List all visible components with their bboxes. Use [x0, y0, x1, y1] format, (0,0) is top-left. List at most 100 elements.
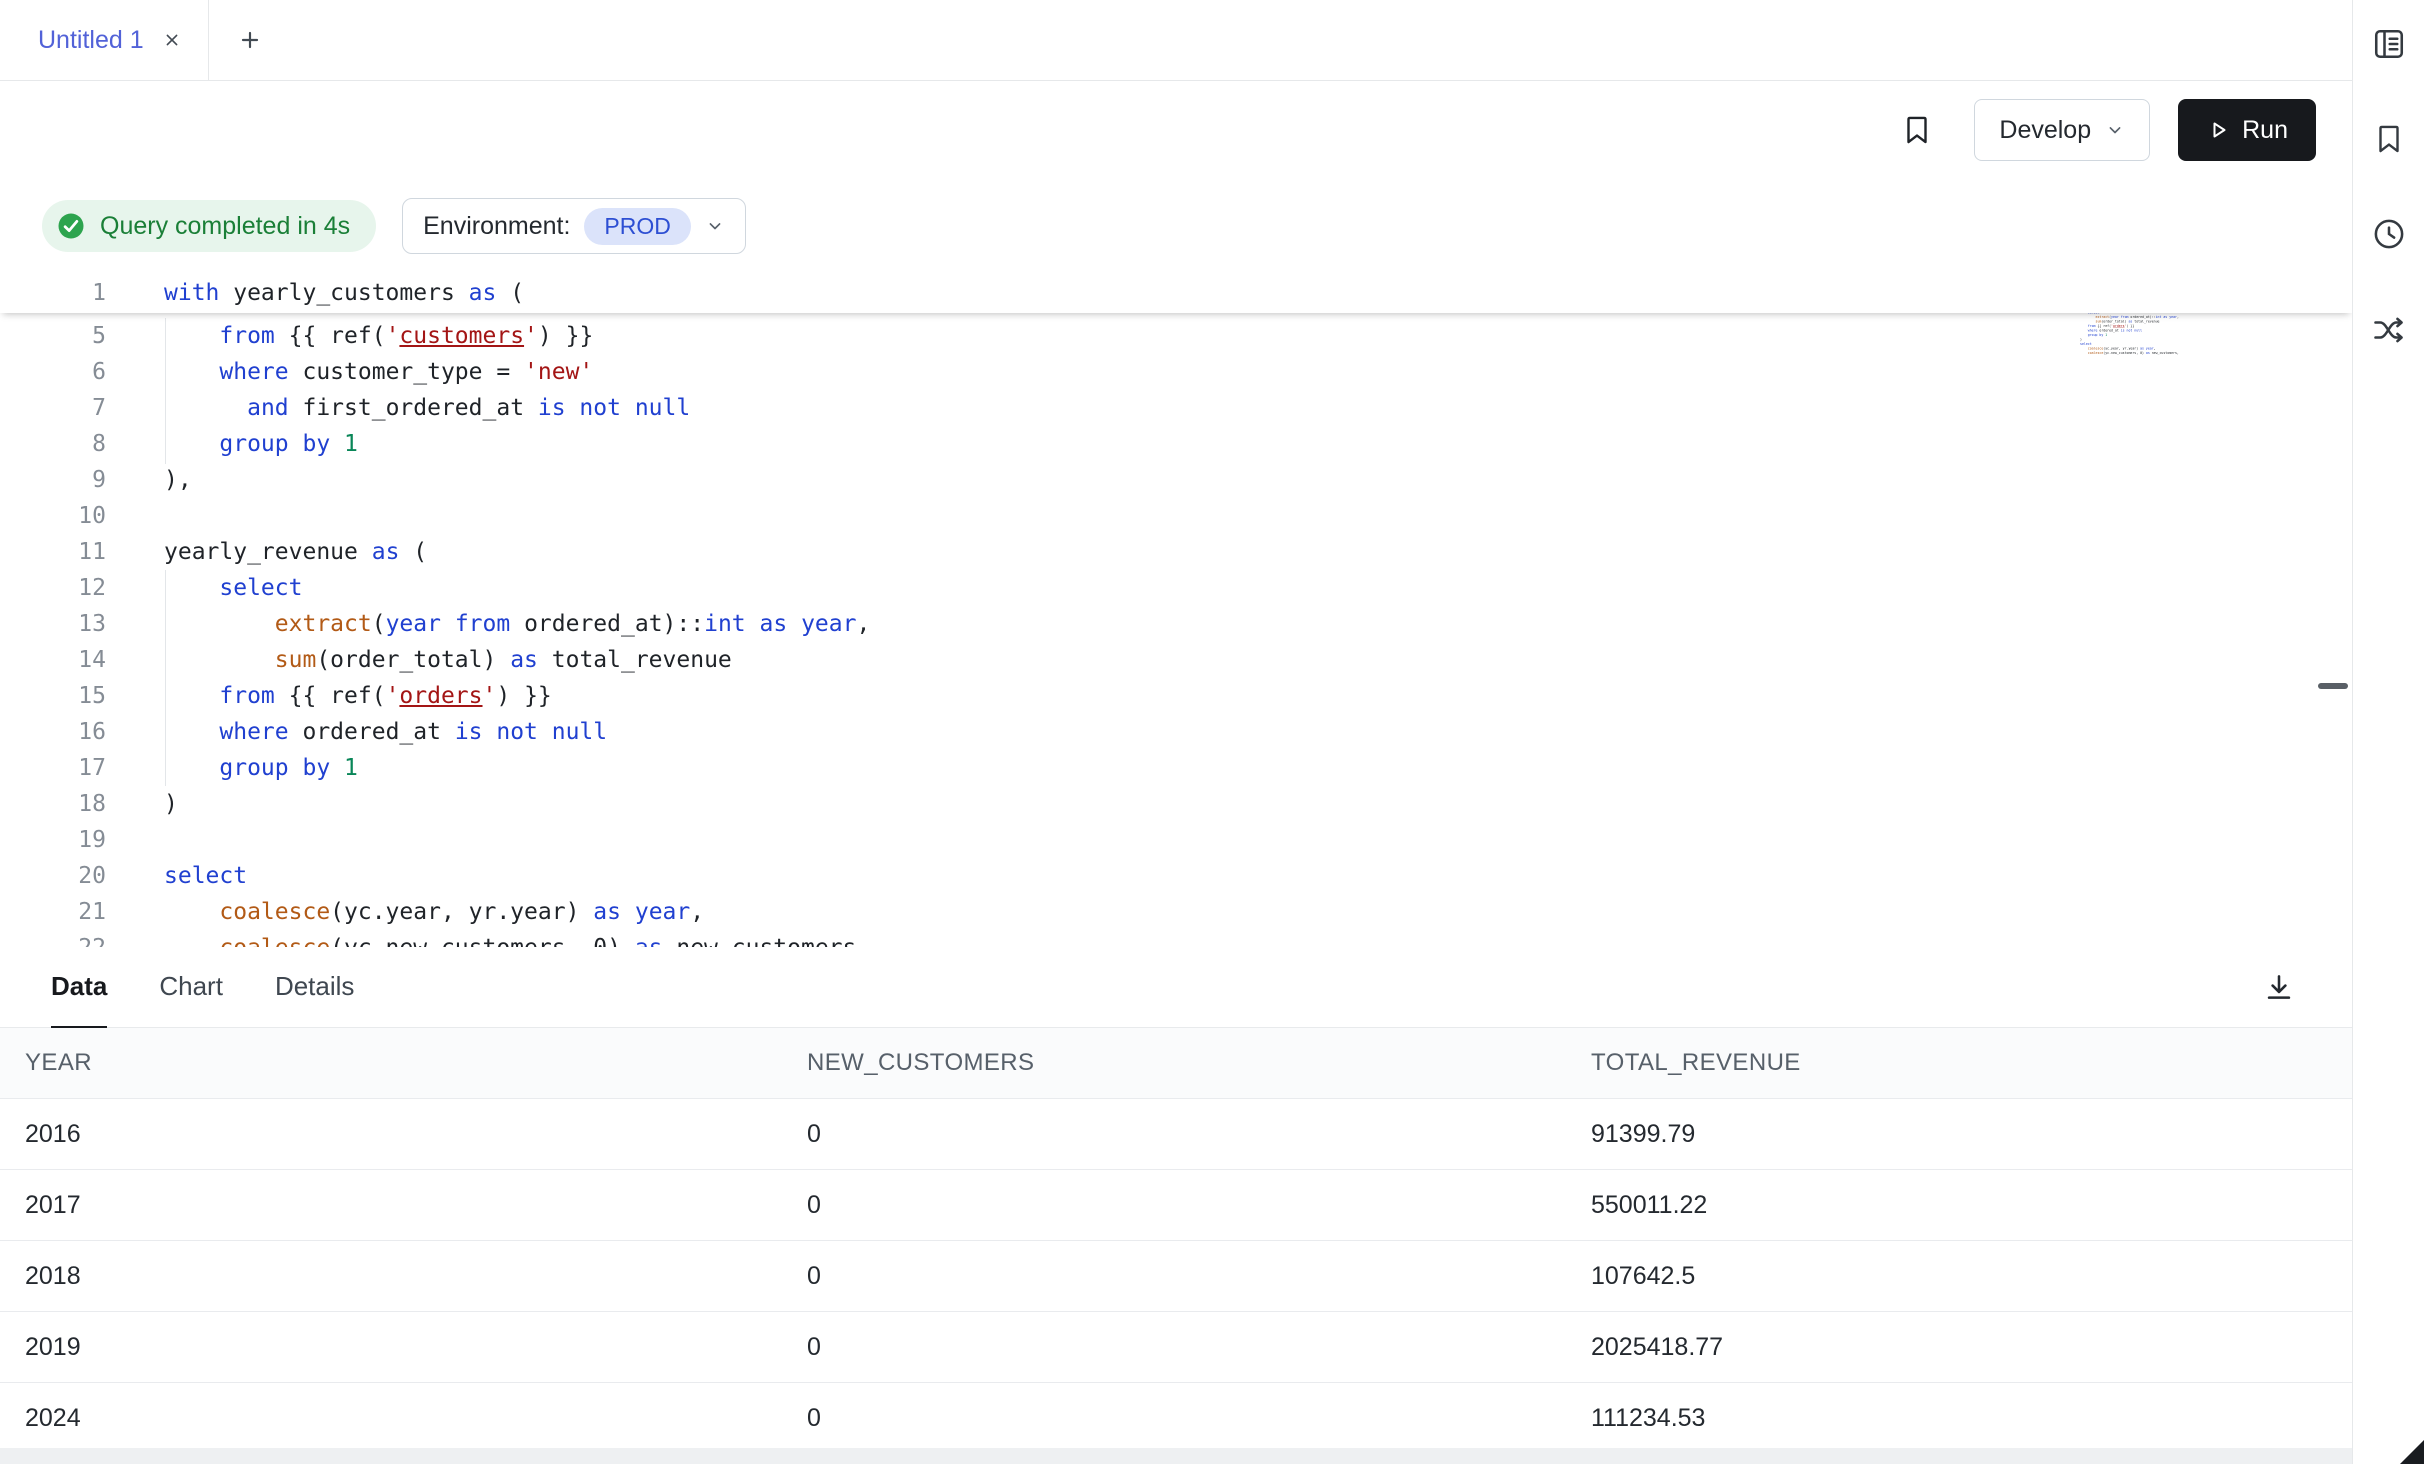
table-row[interactable]: 201902025418.77 — [0, 1312, 2352, 1383]
table-cell: 0 — [782, 1333, 1566, 1362]
line-number: 10 — [0, 498, 106, 534]
develop-dropdown[interactable]: Develop — [1974, 99, 2150, 161]
code-line[interactable]: 1with yearly_customers as ( — [0, 275, 2352, 311]
line-number: 14 — [0, 642, 106, 678]
develop-label: Develop — [1999, 116, 2091, 145]
horizontal-scrollbar[interactable] — [0, 1448, 2352, 1464]
code-line[interactable]: 11yearly_revenue as ( — [0, 534, 2352, 570]
code-line[interactable]: 21 coalesce(yc.year, yr.year) as year, — [0, 894, 2352, 930]
sticky-code-line[interactable]: 1with yearly_customers as ( — [0, 273, 2352, 313]
code-line[interactable]: 20select — [0, 858, 2352, 894]
results-panel: Data Chart Details YEARNEW_CUSTOMERSTOTA… — [0, 947, 2352, 1464]
line-number: 8 — [0, 426, 106, 462]
table-cell: 2016 — [0, 1120, 782, 1149]
table-row[interactable]: 20180107642.5 — [0, 1241, 2352, 1312]
history-clock-icon[interactable] — [2371, 216, 2407, 252]
tab-label: Untitled 1 — [38, 26, 144, 55]
data-table: 2016091399.7920170550011.2220180107642.5… — [0, 1099, 2352, 1454]
code-line[interactable]: 19 — [0, 822, 2352, 858]
line-number: 18 — [0, 786, 106, 822]
table-cell: 2018 — [0, 1262, 782, 1291]
table-cell: 2019 — [0, 1333, 782, 1362]
outline-panel-icon[interactable] — [2371, 26, 2407, 62]
table-header-row: YEARNEW_CUSTOMERSTOTAL_REVENUE — [0, 1028, 2352, 1099]
column-header-year[interactable]: YEAR — [0, 1049, 782, 1077]
sql-editor[interactable]: 1with yearly_customers as ( 5 from {{ re… — [0, 273, 2352, 947]
table-row[interactable]: 20240111234.53 — [0, 1383, 2352, 1454]
code-line[interactable]: 7 and first_ordered_at is not null — [0, 390, 2352, 426]
line-number: 21 — [0, 894, 106, 930]
code-line[interactable]: 10 — [0, 498, 2352, 534]
indent-guide — [165, 570, 166, 786]
code-lines[interactable]: 5 from {{ ref('customers') }}6 where cus… — [0, 318, 2352, 947]
indent-guide — [165, 318, 166, 464]
tab-chart[interactable]: Chart — [159, 947, 223, 1029]
run-button[interactable]: Run — [2178, 99, 2316, 161]
code-line[interactable]: 16 where ordered_at is not null — [0, 714, 2352, 750]
table-cell: 107642.5 — [1566, 1262, 2352, 1291]
tab-data[interactable]: Data — [51, 947, 107, 1029]
table-cell: 0 — [782, 1191, 1566, 1220]
column-header-total_revenue[interactable]: TOTAL_REVENUE — [1566, 1049, 2352, 1077]
bookmark-icon[interactable] — [2372, 122, 2406, 156]
resize-corner — [2400, 1440, 2424, 1464]
code-line[interactable]: 18) — [0, 786, 2352, 822]
table-cell: 2024 — [0, 1404, 782, 1433]
code-line[interactable]: 14 sum(order_total) as total_revenue — [0, 642, 2352, 678]
lineage-icon[interactable] — [2371, 312, 2407, 348]
line-number: 19 — [0, 822, 106, 858]
code-line[interactable]: 5 from {{ ref('customers') }} — [0, 318, 2352, 354]
check-circle-icon — [56, 211, 86, 241]
environment-selector[interactable]: Environment: PROD — [402, 198, 746, 254]
table-cell: 0 — [782, 1120, 1566, 1149]
play-icon — [2206, 118, 2230, 142]
tab-details[interactable]: Details — [275, 947, 354, 1029]
download-button[interactable] — [2262, 970, 2296, 1004]
toolbar: Develop Run — [0, 81, 2352, 179]
query-status-text: Query completed in 4s — [100, 212, 350, 241]
code-line[interactable]: 6 where customer_type = 'new' — [0, 354, 2352, 390]
table-cell: 0 — [782, 1262, 1566, 1291]
column-header-new_customers[interactable]: NEW_CUSTOMERS — [782, 1049, 1566, 1077]
line-number: 5 — [0, 318, 106, 354]
tab-bar: Untitled 1 — [0, 0, 2352, 81]
code-line[interactable]: 12 select — [0, 570, 2352, 606]
line-number: 15 — [0, 678, 106, 714]
table-cell: 111234.53 — [1566, 1404, 2352, 1433]
tab-untitled-1[interactable]: Untitled 1 — [0, 0, 209, 80]
close-tab-icon[interactable] — [162, 30, 182, 50]
status-row: Query completed in 4s Environment: PROD — [0, 179, 2352, 273]
line-number: 16 — [0, 714, 106, 750]
line-number: 13 — [0, 606, 106, 642]
table-cell: 0 — [782, 1404, 1566, 1433]
line-number: 11 — [0, 534, 106, 570]
bookmark-icon[interactable] — [1900, 113, 1934, 147]
table-cell: 91399.79 — [1566, 1120, 2352, 1149]
new-tab-button[interactable] — [209, 0, 291, 80]
ide-window: Untitled 1 Develop — [0, 0, 2424, 1464]
code-line[interactable]: 17 group by 1 — [0, 750, 2352, 786]
main-area: Untitled 1 Develop — [0, 0, 2352, 1464]
table-row[interactable]: 20170550011.22 — [0, 1170, 2352, 1241]
chevron-down-icon — [705, 216, 725, 236]
line-number: 7 — [0, 390, 106, 426]
code-line[interactable]: 9), — [0, 462, 2352, 498]
line-number: 20 — [0, 858, 106, 894]
results-tab-bar: Data Chart Details — [0, 947, 2352, 1028]
code-line[interactable]: 13 extract(year from ordered_at)::int as… — [0, 606, 2352, 642]
line-number: 17 — [0, 750, 106, 786]
line-number: 9 — [0, 462, 106, 498]
code-line[interactable]: 15 from {{ ref('orders') }} — [0, 678, 2352, 714]
code-line[interactable]: 22 coalesce(yc.new_customers, 0) as new_… — [0, 930, 2352, 947]
environment-label: Environment: — [423, 212, 570, 241]
table-row[interactable]: 2016091399.79 — [0, 1099, 2352, 1170]
table-cell: 2025418.77 — [1566, 1333, 2352, 1362]
environment-value-badge: PROD — [584, 208, 690, 245]
line-number: 1 — [0, 275, 106, 311]
table-cell: 2017 — [0, 1191, 782, 1220]
scrollbar-thumb[interactable] — [2318, 683, 2348, 689]
query-status-badge: Query completed in 4s — [42, 200, 376, 252]
code-line[interactable]: 8 group by 1 — [0, 426, 2352, 462]
table-cell: 550011.22 — [1566, 1191, 2352, 1220]
run-label: Run — [2242, 116, 2288, 145]
